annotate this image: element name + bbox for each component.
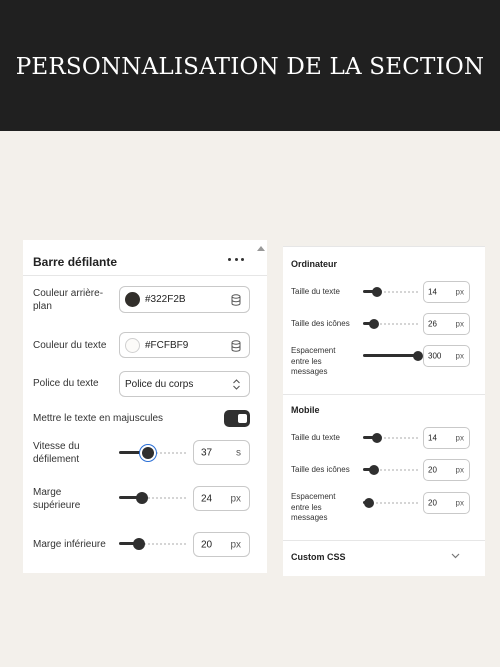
speed-unit: s <box>236 447 241 458</box>
margin-bottom-label: Marge inférieure <box>33 539 106 550</box>
text-color-label: Couleur du texte <box>33 340 107 351</box>
desktop-spacing-input[interactable]: 300 px <box>423 345 470 367</box>
slider-thumb[interactable] <box>364 498 374 508</box>
mobile-text-size-input[interactable]: 14 px <box>423 427 470 449</box>
margin-top-value: 24 <box>201 493 213 504</box>
mobile-icon-size-label: Taille des icônes <box>291 465 350 474</box>
mobile-icon-size-slider[interactable] <box>363 464 418 476</box>
mobile-spacing-value: 20 <box>428 498 437 508</box>
speed-input[interactable]: 37 s <box>193 440 250 465</box>
bg-color-swatch[interactable] <box>125 292 140 307</box>
margin-bottom-slider[interactable] <box>119 538 186 550</box>
desktop-icon-size-input[interactable]: 26 px <box>423 313 470 335</box>
slider-thumb[interactable] <box>142 447 154 459</box>
mobile-icon-size-input[interactable]: 20 px <box>423 459 470 481</box>
slider-thumb[interactable] <box>372 287 382 297</box>
database-icon[interactable] <box>231 294 241 306</box>
speed-slider[interactable] <box>119 447 186 459</box>
bg-color-label: Couleur arrière-plan <box>33 288 104 312</box>
panel-title: Barre défilante <box>33 255 118 269</box>
desktop-icon-size-label: Taille des icônes <box>291 319 350 328</box>
desktop-icon-size-slider[interactable] <box>363 318 418 330</box>
mobile-spacing-slider[interactable] <box>363 497 418 509</box>
uppercase-toggle[interactable] <box>224 410 250 427</box>
divider <box>23 275 267 276</box>
desktop-icon-size-unit: px <box>455 319 464 329</box>
desktop-text-size-input[interactable]: 14 px <box>423 281 470 303</box>
margin-bottom-input[interactable]: 20 px <box>193 532 250 557</box>
custom-css-toggle[interactable]: Custom CSS <box>291 552 346 562</box>
slider-thumb[interactable] <box>369 319 379 329</box>
database-icon[interactable] <box>231 340 241 352</box>
margin-bottom-value: 20 <box>201 539 213 550</box>
margin-top-label: Marge supérieure <box>33 487 81 511</box>
slider-thumb[interactable] <box>413 351 423 361</box>
desktop-text-size-unit: px <box>455 287 464 297</box>
toggle-knob <box>238 414 247 423</box>
mobile-spacing-unit: px <box>455 498 464 508</box>
margin-top-input[interactable]: 24 px <box>193 486 250 511</box>
mobile-icon-size-value: 20 <box>428 465 437 475</box>
mobile-text-size-label: Taille du texte <box>291 433 340 442</box>
scroll-up-icon[interactable] <box>257 246 265 251</box>
slider-thumb[interactable] <box>136 492 148 504</box>
bg-color-value: #322F2B <box>145 294 186 305</box>
mobile-spacing-input[interactable]: 20 px <box>423 492 470 514</box>
desktop-spacing-slider[interactable] <box>363 350 423 362</box>
mobile-text-size-slider[interactable] <box>363 432 418 444</box>
speed-label: Vitesse du défilement <box>33 441 80 465</box>
divider <box>283 246 485 247</box>
select-arrows-icon <box>233 379 240 390</box>
margin-bottom-unit: px <box>230 539 241 550</box>
section-header: PERSONNALISATION DE LA SECTION <box>0 0 500 131</box>
margin-top-unit: px <box>230 493 241 504</box>
chevron-down-icon[interactable] <box>451 553 460 559</box>
margin-top-slider[interactable] <box>119 492 186 504</box>
text-color-picker[interactable]: #FCFBF9 <box>119 332 250 358</box>
slider-thumb[interactable] <box>133 538 145 550</box>
more-options-icon[interactable] <box>228 253 244 265</box>
font-label: Police du texte <box>33 378 99 389</box>
mobile-icon-size-unit: px <box>455 465 464 475</box>
desktop-icon-size-value: 26 <box>428 319 437 329</box>
desktop-text-size-slider[interactable] <box>363 286 418 298</box>
divider <box>283 394 485 395</box>
speed-value: 37 <box>201 447 213 458</box>
bg-color-picker[interactable]: #322F2B <box>119 286 250 313</box>
page-title: PERSONNALISATION DE LA SECTION <box>15 53 485 80</box>
responsive-settings-panel: Ordinateur Taille du texte 14 px Taille … <box>283 246 485 576</box>
desktop-text-size-value: 14 <box>428 287 437 297</box>
desktop-spacing-unit: px <box>455 351 464 361</box>
slider-fill <box>363 354 418 357</box>
font-select[interactable]: Police du corps <box>119 371 250 397</box>
text-color-value: #FCFBF9 <box>145 339 189 351</box>
desktop-heading: Ordinateur <box>291 259 338 269</box>
mobile-spacing-label: Espacement entre les messages <box>291 492 336 522</box>
slider-thumb[interactable] <box>372 433 382 443</box>
mobile-heading: Mobile <box>291 405 320 415</box>
mobile-text-size-unit: px <box>455 433 464 443</box>
slider-thumb[interactable] <box>369 465 379 475</box>
divider <box>283 540 485 541</box>
mobile-text-size-value: 14 <box>428 433 437 443</box>
marquee-settings-panel: Barre défilante Couleur arrière-plan #32… <box>23 240 267 573</box>
desktop-spacing-label: Espacement entre les messages <box>291 346 336 376</box>
desktop-spacing-value: 300 <box>428 351 442 361</box>
uppercase-label: Mettre le texte en majuscules <box>33 413 164 424</box>
font-select-value: Police du corps <box>125 378 194 390</box>
desktop-text-size-label: Taille du texte <box>291 287 340 296</box>
text-color-swatch[interactable] <box>125 337 140 353</box>
